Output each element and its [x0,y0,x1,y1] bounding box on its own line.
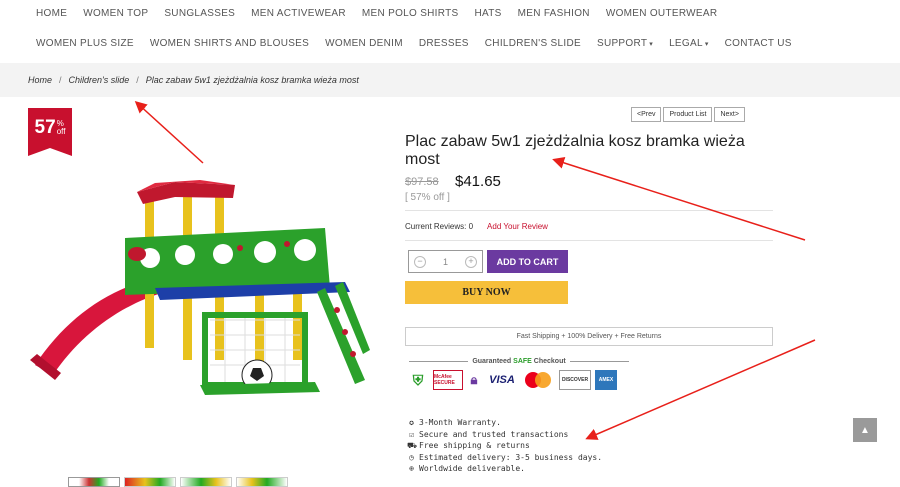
nav-women-top[interactable]: WOMEN TOP [75,8,156,19]
award-icon: ✪ [409,418,414,427]
nav-contact-us[interactable]: CONTACT US [717,38,800,49]
check-icon: ☑ [409,429,414,439]
nav-legal-label: LEGAL [669,37,703,49]
checkout-title: Guaranteed SAFE Checkout [405,358,633,365]
quantity-value[interactable]: 1 [443,257,448,267]
nav-men-activewear[interactable]: MEN ACTIVEWEAR [243,8,354,19]
chevron-down-icon: ▾ [704,40,709,48]
feature-list: ✪ 3-Month Warranty. ☑ Secure and trusted t… [407,417,602,475]
feature-text: 3-Month Warranty. [419,418,501,427]
nav-support-label: SUPPORT [596,37,648,49]
prev-button[interactable]: <Prev [631,107,662,122]
quantity-stepper: − 1 + [408,250,483,273]
globe-icon: ⊕ [409,464,414,473]
main-nav-row-1: HOME WOMEN TOP SUNGLASSES MEN ACTIVEWEAR… [0,0,900,26]
shipping-info-box: Fast Shipping + 100% Delivery + Free Ret… [405,327,773,346]
nav-legal[interactable]: LEGAL ▾ [661,38,717,49]
nav-dresses[interactable]: DRESSES [411,38,477,49]
minus-icon[interactable]: − [414,255,426,268]
safe-checkout-badge: Guaranteed SAFE Checkout ⛨ McAfee SECURE… [405,358,633,402]
sale-badge-off: off [56,127,66,136]
product-title: Plac zabaw 5w1 zjeżdżalnia kosz bramka w… [405,133,745,168]
breadcrumb-separator: / [59,75,62,85]
nav-support[interactable]: SUPPORT ▾ [589,38,661,49]
divider [409,361,469,362]
payment-icons: ⛨ McAfee SECURE 🔒︎ VISA DISCOVER AMEX [407,370,617,390]
chevron-down-icon: ▾ [649,40,654,48]
original-price: $97.58 [405,176,439,188]
divider [569,361,630,362]
lock-icon: 🔒︎ [470,372,478,387]
thumbnail-strip [68,477,288,487]
feature-text: Secure and trusted transactions [419,429,569,439]
thumbnail[interactable] [180,477,232,487]
main-nav-row-2: WOMEN PLUS SIZE WOMEN SHIRTS AND BLOUSES… [0,30,900,56]
divider [405,210,773,211]
add-review-link[interactable]: Add Your Review [487,222,548,231]
list-item: ✪ 3-Month Warranty. [407,417,602,429]
product-pager: <Prev Product List Next> [631,107,745,122]
next-button[interactable]: Next> [714,107,745,122]
annotation-arrow [134,100,204,164]
feature-text: Estimated delivery: 3-5 business days. [419,452,603,462]
current-reviews: Current Reviews: 0 [405,222,474,231]
nav-sunglasses[interactable]: SUNGLASSES [156,8,243,19]
checkout-title-pre: Guaranteed [472,358,512,365]
breadcrumb-current: Plac zabaw 5w1 zjeżdżalnia kosz bramka w… [145,75,359,85]
nav-women-plus-size[interactable]: WOMEN PLUS SIZE [0,38,142,49]
reviews-row: Current Reviews: 0 Add Your Review [405,222,548,231]
nav-women-denim[interactable]: WOMEN DENIM [317,38,411,49]
list-item: ☑ Secure and trusted transactions [407,429,602,441]
list-item: ⊕ Worldwide deliverable. [407,463,602,475]
product-list-button[interactable]: Product List [663,107,713,122]
sale-badge-number: 57 [34,117,56,138]
nav-childrens-slide[interactable]: CHILDREN'S SLIDE [477,38,589,49]
sale-badge-suffix: % off [57,120,66,136]
clock-icon: ◷ [409,452,414,462]
breadcrumb-category[interactable]: Children's slide [69,75,130,85]
sale-price: $41.65 [455,173,501,190]
nav-women-outerwear[interactable]: WOMEN OUTERWEAR [598,8,726,19]
amex-icon: AMEX [595,370,617,390]
nav-men-fashion[interactable]: MEN FASHION [510,8,598,19]
breadcrumb-home[interactable]: Home [28,75,52,85]
checkout-title-safe: SAFE [513,358,532,365]
annotation-arrow [552,157,806,241]
shield-check-icon: ⛨ [407,370,429,390]
breadcrumb: Home / Children's slide / Plac zabaw 5w1… [0,63,900,97]
feature-text: Worldwide deliverable. [419,464,525,473]
plus-icon[interactable]: + [464,255,477,268]
scroll-to-top-button[interactable]: ▲ [853,418,877,442]
nav-men-polo-shirts[interactable]: MEN POLO SHIRTS [354,8,467,19]
discount-label: [ 57% off ] [405,192,450,203]
checkout-title-post: Checkout [533,358,566,365]
discover-icon: DISCOVER [559,370,591,390]
add-to-cart-button[interactable]: ADD TO CART [487,250,568,273]
nav-women-shirts[interactable]: WOMEN SHIRTS AND BLOUSES [142,38,317,49]
thumbnail[interactable] [236,477,288,487]
thumbnail[interactable] [124,477,176,487]
list-item: ◷ Estimated delivery: 3-5 business days. [407,452,602,464]
breadcrumb-separator: / [136,75,139,85]
nav-home[interactable]: HOME [0,8,75,19]
thumbnail[interactable] [68,477,120,487]
product-image[interactable] [25,170,370,410]
sale-badge: 57 % off [28,108,72,156]
buy-now-button[interactable]: BUY NOW [405,281,568,304]
mastercard-icon [523,370,555,390]
visa-icon: VISA [489,374,515,386]
mcafee-icon: McAfee SECURE [433,370,463,390]
list-item: ⛟ Free shipping & returns [407,440,602,452]
divider [405,240,773,241]
feature-text: Free shipping & returns [419,441,530,450]
chevron-up-icon: ▲ [860,424,870,436]
nav-hats[interactable]: HATS [466,8,509,19]
truck-icon: ⛟ [407,441,418,450]
